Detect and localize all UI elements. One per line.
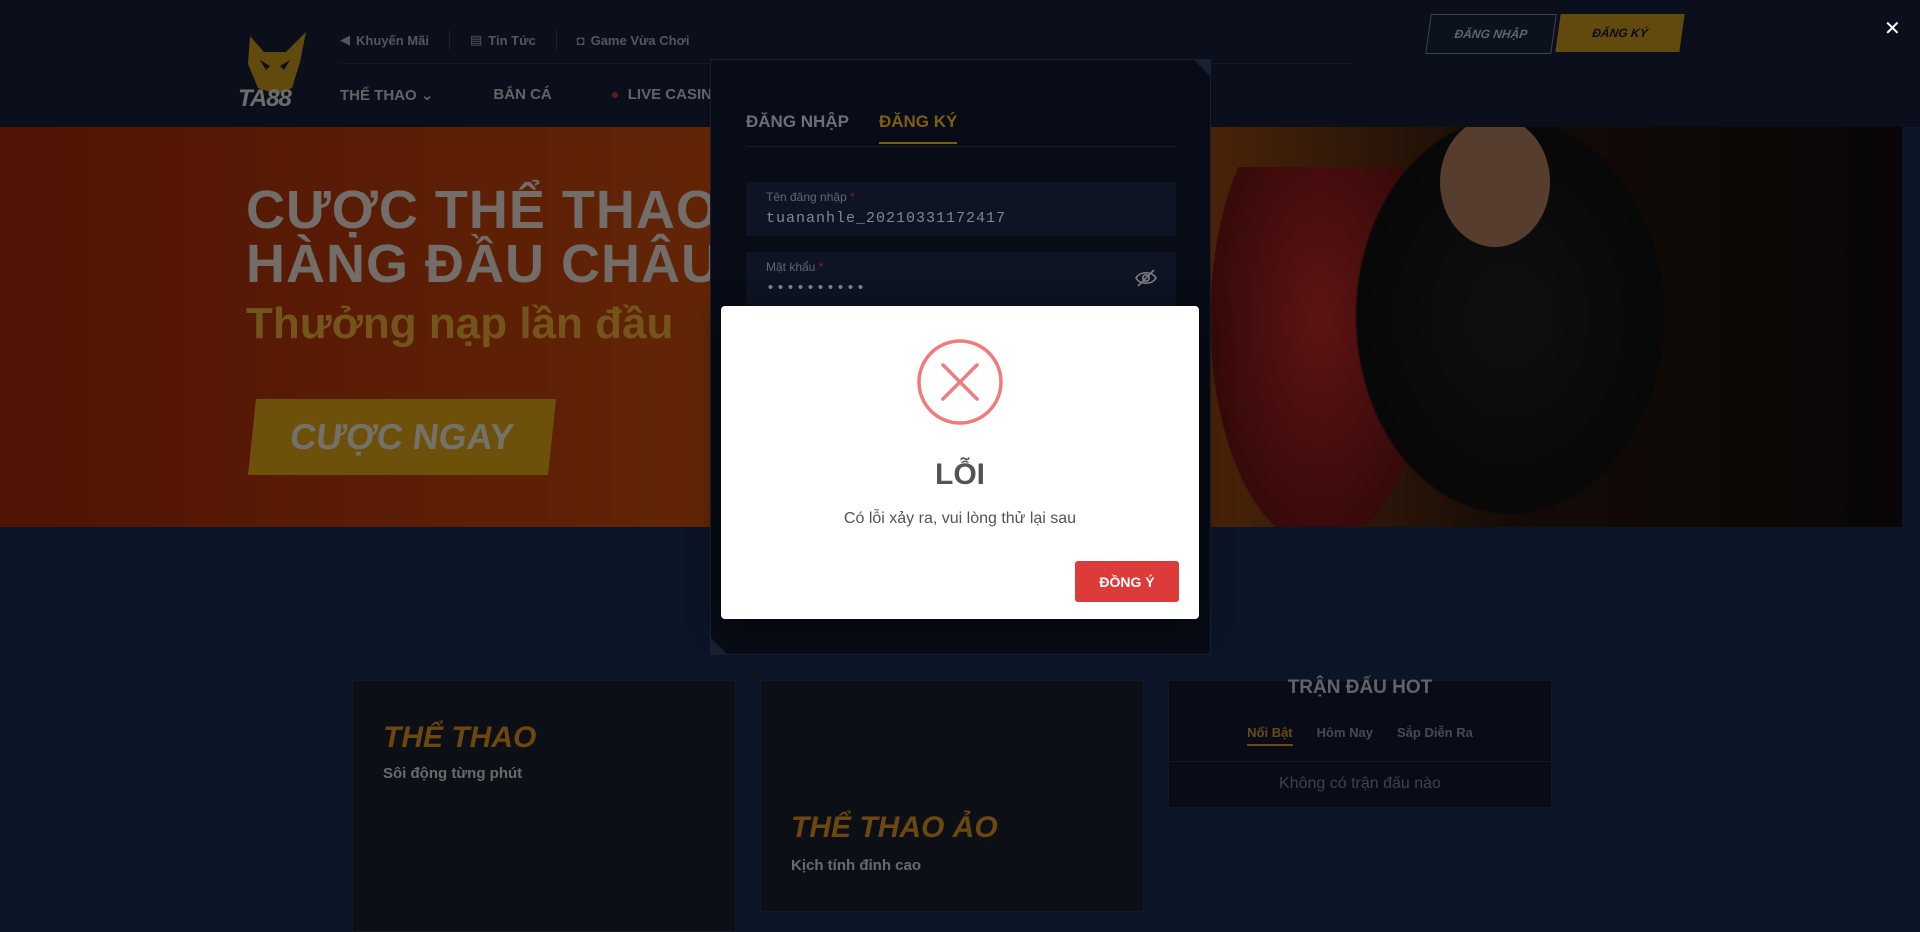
- top-nav-promotions[interactable]: ◀ Khuyến Mãi: [340, 30, 450, 50]
- error-dialog: LỖI Có lỗi xảy ra, vui lòng thử lại sau …: [721, 306, 1199, 619]
- gamepad-icon: ◘: [576, 32, 585, 48]
- top-nav-news[interactable]: ▤ Tin Tức: [450, 30, 557, 50]
- username-field[interactable]: Tên đăng nhập * tuananhle_20210331172417: [746, 182, 1176, 236]
- nav-fishing[interactable]: BẮN CÁ: [493, 86, 551, 104]
- ok-button[interactable]: ĐỒNG Ý: [1075, 561, 1179, 602]
- tab-featured[interactable]: Nổi Bật: [1247, 725, 1293, 746]
- card-subtitle: Kịch tính đỉnh cao: [791, 857, 921, 874]
- eye-off-icon[interactable]: [1134, 268, 1158, 288]
- tab-upcoming[interactable]: Sắp Diễn Ra: [1397, 725, 1473, 746]
- username-input[interactable]: tuananhle_20210331172417: [766, 210, 1006, 227]
- tab-today[interactable]: Hôm Nay: [1317, 725, 1373, 746]
- hot-matches-tabs: Nổi Bật Hôm Nay Sắp Diễn Ra: [1169, 725, 1551, 746]
- chevron-down-icon: ⌄: [420, 87, 434, 104]
- main-nav: THỂ THAO ⌄ BẮN CÁ LIVE CASINO: [340, 86, 724, 104]
- auth-tabs: ĐĂNG NHẬP ĐĂNG KÝ: [746, 112, 958, 144]
- banner-subtitle: Thưởng nạp lần đầu: [246, 299, 674, 348]
- empty-state: Không có trận đấu nào: [1279, 775, 1441, 792]
- header-register-button[interactable]: ĐĂNG KÝ: [1555, 14, 1685, 52]
- error-x-icon: [917, 339, 1003, 425]
- password-field[interactable]: Mật khẩu * ••••••••••: [746, 252, 1176, 306]
- logo-text[interactable]: TA88: [238, 85, 292, 113]
- document-icon: ▤: [469, 32, 483, 47]
- tab-login[interactable]: ĐĂNG NHẬP: [746, 112, 849, 144]
- corner-decoration: [1193, 59, 1211, 77]
- speaker-icon: ◀: [340, 32, 350, 47]
- tab-register[interactable]: ĐĂNG KÝ: [878, 112, 958, 144]
- top-nav-label: Khuyến Mãi: [356, 32, 429, 48]
- corner-decoration: [710, 637, 728, 655]
- nav-live-casino[interactable]: LIVE CASINO: [611, 86, 724, 104]
- error-title: LỖI: [935, 458, 985, 491]
- username-label: Tên đăng nhập *: [766, 190, 855, 204]
- top-nav-label: Tin Tức: [488, 32, 536, 48]
- bet-now-button[interactable]: CƯỢC NGAY: [248, 399, 556, 475]
- top-nav-recent-games[interactable]: ◘ Game Vừa Chơi: [557, 30, 710, 50]
- card-title: THỂ THAO ẢO: [791, 811, 998, 844]
- top-nav: ◀ Khuyến Mãi ▤ Tin Tức ◘ Game Vừa Chơi: [340, 30, 709, 50]
- error-message: Có lỗi xảy ra, vui lòng thử lại sau: [843, 510, 1077, 527]
- live-dot-icon: [611, 92, 618, 99]
- close-icon[interactable]: ✕: [1884, 16, 1901, 41]
- card-subtitle: Sôi động từng phút: [383, 765, 523, 782]
- sports-card[interactable]: THỂ THAO Sôi động từng phút: [352, 680, 736, 932]
- hot-matches-title: TRẬN ĐẤU HOT: [1287, 677, 1433, 698]
- banner-title-2: HÀNG ĐẦU CHÂU: [246, 234, 721, 294]
- virtual-sports-card[interactable]: THỂ THAO ẢO Kịch tính đỉnh cao: [760, 680, 1144, 912]
- banner-title-1: CƯỢC THỂ THAO: [246, 180, 719, 240]
- header-login-button[interactable]: ĐĂNG NHẬP: [1425, 14, 1557, 54]
- nav-sports[interactable]: THỂ THAO ⌄: [340, 86, 433, 104]
- divider: [746, 146, 1176, 147]
- hot-matches-panel: TRẬN ĐẤU HOT Nổi Bật Hôm Nay Sắp Diễn Ra…: [1168, 677, 1552, 808]
- divider: [1169, 761, 1551, 762]
- password-label: Mật khẩu *: [766, 260, 824, 274]
- card-title: THỂ THAO: [383, 721, 537, 754]
- password-input[interactable]: ••••••••••: [766, 280, 866, 297]
- top-nav-label: Game Vừa Chơi: [590, 32, 690, 48]
